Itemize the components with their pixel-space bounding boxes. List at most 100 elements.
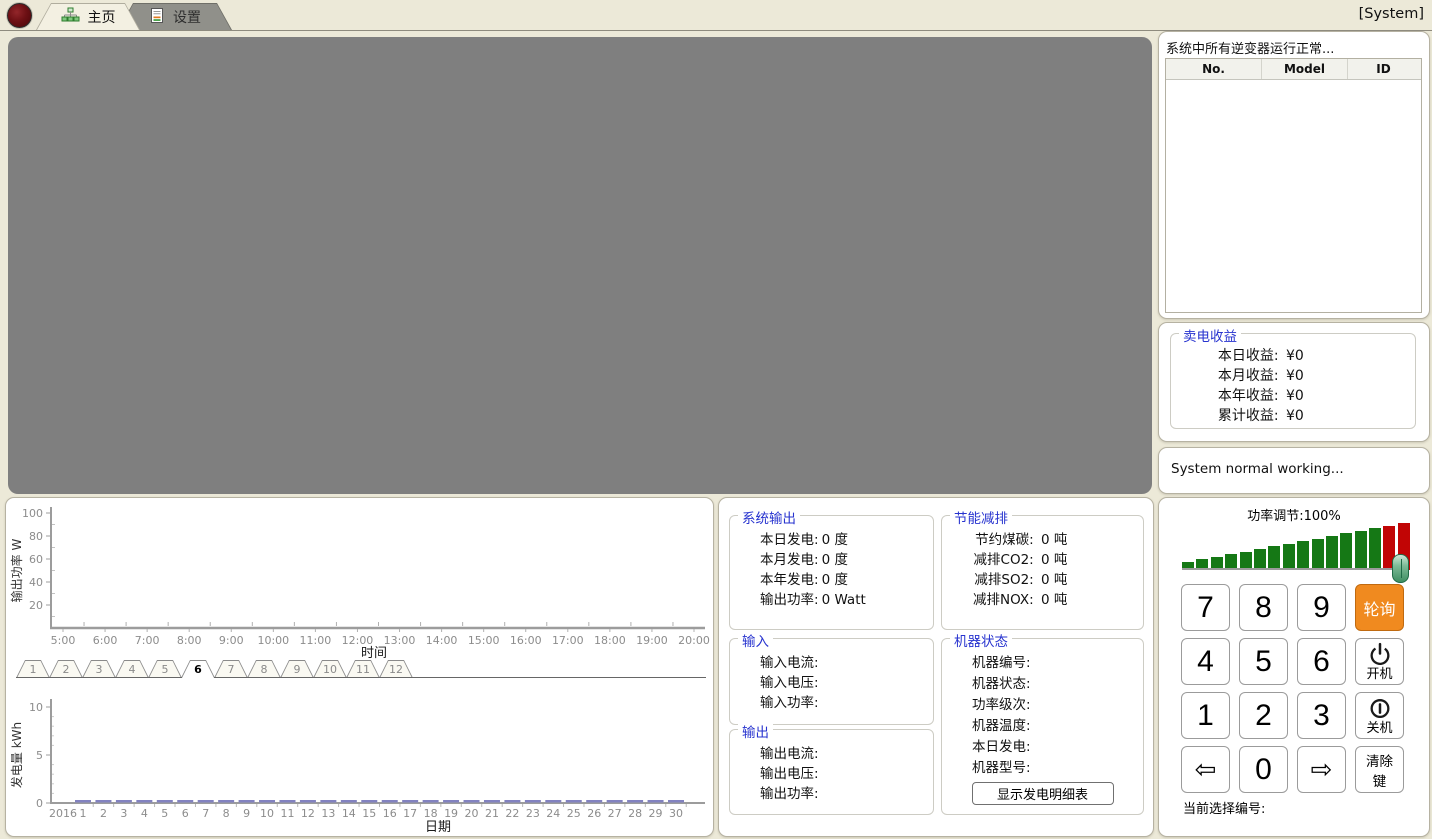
svg-text:0: 0 bbox=[36, 797, 43, 810]
svg-text:12: 12 bbox=[301, 807, 315, 820]
output-groupbox: 输出 输出电流:输出电压:输出功率: bbox=[729, 729, 934, 815]
top-tab-bar: 主页 设置 [System] bbox=[0, 0, 1432, 31]
svg-text:8: 8 bbox=[223, 807, 230, 820]
key-7[interactable]: 7 bbox=[1181, 584, 1230, 631]
inverter-status-text: 系统中所有逆变器运行正常... bbox=[1166, 38, 1334, 57]
svg-text:20:00: 20:00 bbox=[678, 634, 710, 647]
power-on-icon bbox=[1367, 642, 1393, 667]
month-tab-5[interactable]: 5 bbox=[148, 660, 182, 678]
svg-text:10:00: 10:00 bbox=[257, 634, 289, 647]
month-tab-10[interactable]: 10 bbox=[313, 660, 347, 678]
arrow-right-button[interactable]: ⇨ bbox=[1297, 746, 1346, 793]
power-off-button[interactable]: 关机 bbox=[1355, 692, 1404, 739]
power-slider-track[interactable] bbox=[1182, 568, 1406, 570]
meter-bar bbox=[1254, 549, 1266, 570]
month-tab-2[interactable]: 2 bbox=[49, 660, 83, 678]
svg-text:15: 15 bbox=[362, 807, 376, 820]
system-output-item: 本月发电:0 度 bbox=[760, 550, 933, 570]
month-tab-1[interactable]: 1 bbox=[16, 660, 50, 678]
svg-text:9:00: 9:00 bbox=[219, 634, 244, 647]
svg-text:16: 16 bbox=[383, 807, 397, 820]
svg-text:5: 5 bbox=[161, 807, 168, 820]
svg-text:22: 22 bbox=[505, 807, 519, 820]
output-power-chart: 204060801005:006:007:008:009:0010:0011:0… bbox=[6, 500, 713, 660]
svg-text:2016: 2016 bbox=[49, 807, 77, 820]
svg-text:时间: 时间 bbox=[361, 646, 387, 660]
svg-text:13: 13 bbox=[321, 807, 335, 820]
machine-status-title: 机器状态 bbox=[950, 630, 1012, 650]
energy-saving-item: 减排NOX: 0 吨 bbox=[954, 590, 1143, 610]
svg-text:输出功率 W: 输出功率 W bbox=[9, 539, 24, 603]
arrow-left-button[interactable]: ⇦ bbox=[1181, 746, 1230, 793]
month-tab-3[interactable]: 3 bbox=[82, 660, 116, 678]
svg-text:20: 20 bbox=[465, 807, 479, 820]
energy-saving-title: 节能减排 bbox=[950, 507, 1012, 527]
input-item: 输入电压: bbox=[760, 673, 933, 693]
key-1[interactable]: 1 bbox=[1181, 692, 1230, 739]
output-item: 输出电压: bbox=[760, 764, 933, 784]
svg-text:19: 19 bbox=[444, 807, 458, 820]
key-3[interactable]: 3 bbox=[1297, 692, 1346, 739]
revenue-item: 本日收益: ¥0 bbox=[1171, 346, 1415, 366]
svg-text:10: 10 bbox=[29, 701, 43, 714]
output-item: 输出电流: bbox=[760, 744, 933, 764]
svg-text:7: 7 bbox=[202, 807, 209, 820]
poll-button[interactable]: 轮询 bbox=[1355, 584, 1404, 631]
tab-home[interactable]: 主页 bbox=[36, 3, 140, 30]
svg-text:100: 100 bbox=[22, 507, 43, 520]
energy-saving-item: 减排CO2: 0 吨 bbox=[954, 550, 1143, 570]
svg-text:16:00: 16:00 bbox=[510, 634, 542, 647]
key-9[interactable]: 9 bbox=[1297, 584, 1346, 631]
clear-key-button[interactable]: 清除键 bbox=[1355, 746, 1404, 793]
key-4[interactable]: 4 bbox=[1181, 638, 1230, 685]
month-tab-7[interactable]: 7 bbox=[214, 660, 248, 678]
svg-text:15:00: 15:00 bbox=[468, 634, 500, 647]
machine-status-item: 机器型号: bbox=[972, 758, 1143, 779]
svg-text:5: 5 bbox=[36, 749, 43, 762]
meter-bar bbox=[1297, 541, 1309, 570]
svg-text:23: 23 bbox=[526, 807, 540, 820]
machine-status-item: 机器温度: bbox=[972, 716, 1143, 737]
input-title: 输入 bbox=[738, 630, 773, 650]
power-slider-handle[interactable] bbox=[1392, 554, 1409, 583]
month-tab-6[interactable]: 6 bbox=[181, 660, 215, 678]
svg-text:1: 1 bbox=[80, 807, 87, 820]
power-meter bbox=[1182, 522, 1410, 570]
meter-bar bbox=[1268, 546, 1280, 570]
machine-status-item: 功率级次: bbox=[972, 695, 1143, 716]
system-output-groupbox: 系统输出 本日发电:0 度本月发电:0 度本年发电:0 度输出功率:0 Watt bbox=[729, 515, 934, 630]
power-on-button[interactable]: 开机 bbox=[1355, 638, 1404, 685]
inverter-table-body bbox=[1166, 80, 1421, 312]
svg-text:11:00: 11:00 bbox=[300, 634, 332, 647]
month-tab-11[interactable]: 11 bbox=[346, 660, 380, 678]
svg-text:8:00: 8:00 bbox=[177, 634, 202, 647]
show-generation-detail-button[interactable]: 显示发电明细表 bbox=[972, 782, 1114, 805]
key-2[interactable]: 2 bbox=[1239, 692, 1288, 739]
revenue-items: 本日收益: ¥0本月收益: ¥0本年收益: ¥0累计收益: ¥0 bbox=[1171, 334, 1415, 426]
svg-text:17:00: 17:00 bbox=[552, 634, 584, 647]
svg-text:27: 27 bbox=[608, 807, 622, 820]
revenue-groupbox: 卖电收益 本日收益: ¥0本月收益: ¥0本年收益: ¥0累计收益: ¥0 bbox=[1170, 333, 1416, 429]
revenue-item: 累计收益: ¥0 bbox=[1171, 406, 1415, 426]
month-tab-baseline bbox=[214, 677, 706, 678]
energy-saving-item: 减排SO2: 0 吨 bbox=[954, 570, 1143, 590]
month-tab-8[interactable]: 8 bbox=[247, 660, 281, 678]
month-tab-12[interactable]: 12 bbox=[379, 660, 413, 678]
table-header-no: No. bbox=[1166, 59, 1262, 79]
svg-text:21: 21 bbox=[485, 807, 499, 820]
svg-text:20: 20 bbox=[29, 599, 43, 612]
svg-text:5:00: 5:00 bbox=[51, 634, 76, 647]
keypad: 789轮询 456开机 123关机 ⇦0⇨清除键 bbox=[1181, 584, 1404, 793]
revenue-item: 本年收益: ¥0 bbox=[1171, 386, 1415, 406]
system-label: [System] bbox=[1359, 6, 1424, 22]
month-tab-9[interactable]: 9 bbox=[280, 660, 314, 678]
key-6[interactable]: 6 bbox=[1297, 638, 1346, 685]
svg-text:30: 30 bbox=[669, 807, 683, 820]
svg-text:14:00: 14:00 bbox=[426, 634, 458, 647]
table-header-id: ID bbox=[1348, 59, 1419, 79]
key-0[interactable]: 0 bbox=[1239, 746, 1288, 793]
key-5[interactable]: 5 bbox=[1239, 638, 1288, 685]
month-tab-strip: 123456789101112 bbox=[16, 660, 706, 679]
month-tab-4[interactable]: 4 bbox=[115, 660, 149, 678]
key-8[interactable]: 8 bbox=[1239, 584, 1288, 631]
